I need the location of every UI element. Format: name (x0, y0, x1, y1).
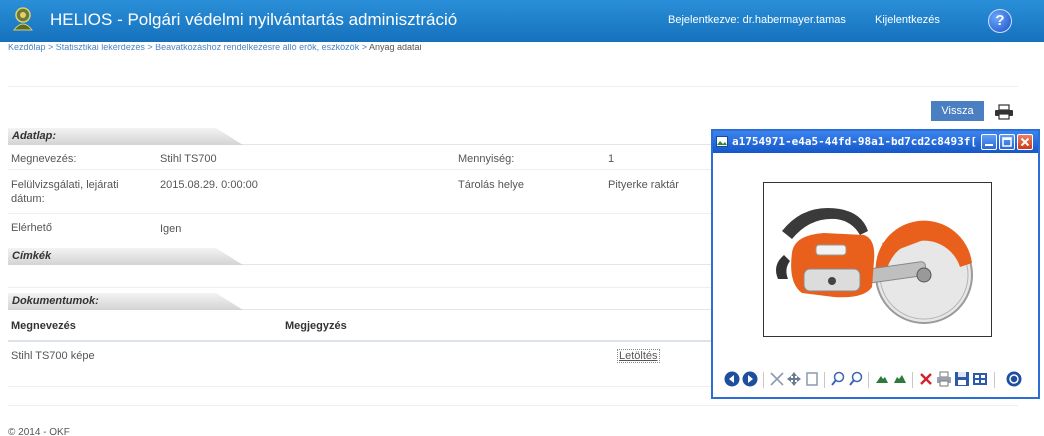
fit-height-icon[interactable] (804, 371, 820, 387)
help-icon[interactable]: ? (988, 9, 1012, 33)
elerheto-label: Elérhető (11, 222, 52, 234)
rotate-left-icon[interactable] (874, 371, 890, 387)
move-icon[interactable] (786, 371, 802, 387)
section-title: Címkék (12, 250, 52, 262)
elerheto-value: Igen (160, 223, 182, 235)
viewer-title: a1754971-e4a5-44fd-98a1-bd7cd2c8493f[... (732, 135, 978, 148)
datum-label: Felülvizsgálati, lejárati dátum: (11, 179, 119, 205)
close-button[interactable] (1017, 134, 1033, 150)
previous-icon[interactable] (724, 371, 740, 387)
thumbnails-icon[interactable] (972, 371, 988, 387)
about-icon[interactable] (1006, 371, 1022, 387)
mennyiseg-value: 1 (608, 153, 615, 165)
minimize-button[interactable] (981, 134, 997, 150)
zoom-out-icon[interactable] (848, 371, 864, 387)
viewer-title-bar[interactable]: a1754971-e4a5-44fd-98a1-bd7cd2c8493f[... (713, 131, 1038, 153)
megnevezes-label: Megnevezés: (11, 153, 77, 165)
app-title: HELIOS - Polgári védelmi nyilvántartás a… (50, 10, 458, 29)
rotate-right-icon[interactable] (892, 371, 908, 387)
column-header-megjegyzes[interactable]: Megjegyzés (285, 320, 347, 332)
section-title: Dokumentumok: (12, 295, 99, 307)
maximize-button[interactable] (999, 134, 1015, 150)
viewer-toolbar (713, 371, 1038, 395)
zoom-in-icon[interactable] (830, 371, 846, 387)
fit-window-icon[interactable] (769, 371, 785, 387)
breadcrumb: Kezdőlap > Statisztikai lekérdezés > Bea… (8, 44, 422, 57)
helios-logo-icon (12, 7, 34, 31)
image-file-icon (716, 136, 728, 147)
tarolas-value: Pityerke raktár (608, 179, 679, 191)
save-icon[interactable] (954, 371, 970, 387)
print-image-icon[interactable] (936, 371, 952, 387)
logout-link[interactable]: Kijelentkezés (875, 14, 940, 26)
cutoff-saw-picture (776, 207, 973, 324)
print-icon[interactable] (994, 104, 1014, 120)
product-image (763, 182, 992, 337)
next-icon[interactable] (742, 371, 758, 387)
mennyiseg-label: Mennyiség: (458, 153, 515, 165)
download-link[interactable]: Letöltés (617, 349, 660, 363)
image-viewer-window[interactable]: a1754971-e4a5-44fd-98a1-bd7cd2c8493f[... (711, 129, 1040, 399)
datum-value: 2015.08.29. 0:00:00 (160, 179, 258, 191)
section-title: Adatlap: (12, 130, 56, 142)
document-name: Stihl TS700 képe (11, 350, 95, 362)
footer-copyright: © 2014 - OKF (8, 427, 70, 436)
back-button[interactable]: Vissza (931, 101, 984, 121)
tarolas-label: Tárolás helye (458, 179, 525, 191)
divider (8, 405, 1018, 406)
divider (8, 86, 1018, 87)
top-bar: HELIOS - Polgári védelmi nyilvántartás a… (0, 0, 1044, 42)
column-header-megnevezes[interactable]: Megnevezés (11, 320, 76, 332)
delete-icon[interactable] (918, 371, 934, 387)
breadcrumb-current: Anyag adatai (368, 44, 422, 52)
login-info: Bejelentkezve: dr.habermayer.tamas (668, 14, 846, 26)
megnevezes-value: Stihl TS700 (160, 153, 217, 165)
breadcrumb-path[interactable]: Kezdőlap > Statisztikai lekérdezés > Bea… (8, 44, 369, 52)
